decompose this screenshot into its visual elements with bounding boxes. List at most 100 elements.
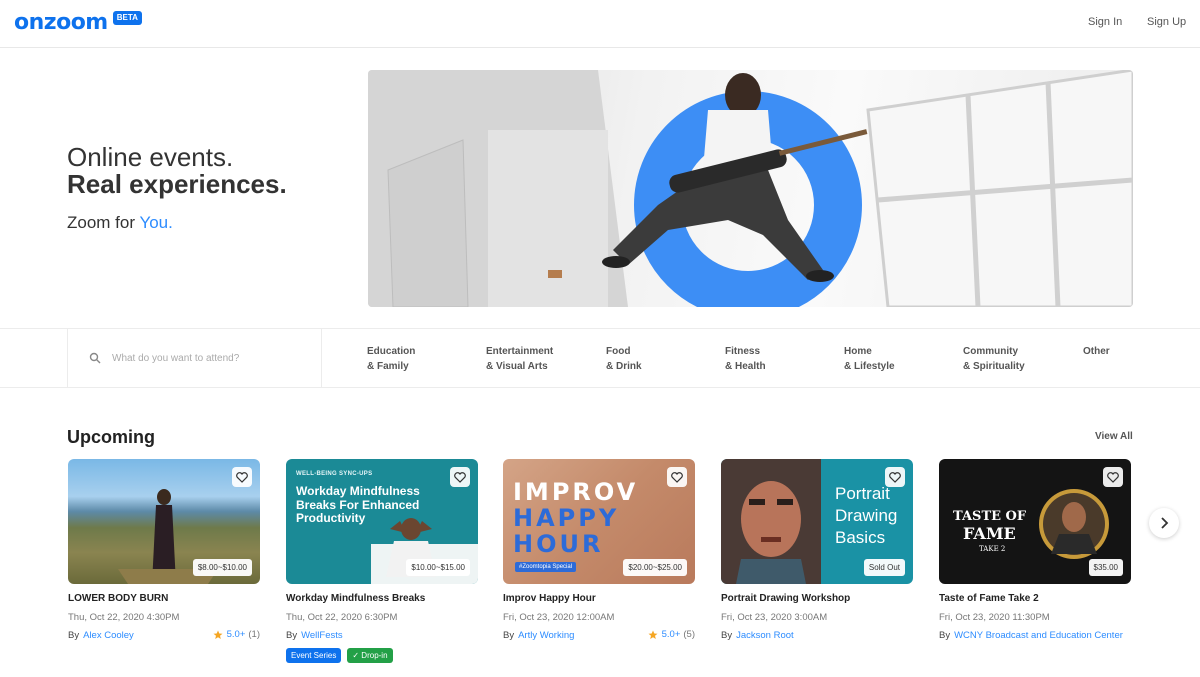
thumbnail-line1: IMPROV — [513, 478, 639, 506]
event-thumbnail[interactable]: TASTE OF FAME TAKE 2 $35.00 — [939, 459, 1131, 584]
event-title[interactable]: LOWER BODY BURN — [68, 593, 168, 604]
thumbnail-line2: HAPPY — [513, 504, 620, 532]
category-fitness-health[interactable]: Fitness & Health — [725, 344, 766, 374]
heart-icon — [1107, 471, 1119, 483]
category-label: Food — [606, 346, 631, 357]
category-label: & Health — [725, 361, 766, 372]
thumbnail-line3: HOUR — [513, 530, 604, 558]
category-label: Community — [963, 346, 1018, 357]
event-date: Fri, Oct 23, 2020 12:00AM — [503, 612, 615, 623]
thumbnail-line3: TAKE 2 — [979, 545, 1006, 553]
favorite-button[interactable] — [232, 467, 252, 487]
event-series-tag: Event Series — [286, 648, 342, 663]
event-thumbnail[interactable]: $8.00~$10.00 — [68, 459, 260, 584]
upcoming-heading: Upcoming — [67, 427, 155, 447]
sign-in-link[interactable]: Sign In — [1088, 16, 1122, 28]
category-label: & Drink — [606, 361, 642, 372]
event-rating: 5.0+ (5) — [648, 629, 695, 640]
star-icon — [648, 630, 658, 639]
category-label: Education — [367, 346, 416, 357]
category-label: & Visual Arts — [486, 361, 548, 372]
hero-image-guitarist — [368, 70, 1133, 307]
host-link[interactable]: Alex Cooley — [83, 630, 134, 641]
thumbnail-line2: FAME — [963, 524, 1016, 543]
event-date: Thu, Oct 22, 2020 4:30PM — [68, 612, 180, 623]
view-all-link[interactable]: View All — [1095, 431, 1133, 442]
heart-icon — [454, 471, 466, 483]
hero-subtitle: Zoom for You. — [67, 212, 173, 234]
hero-subtitle-accent: You. — [139, 213, 173, 232]
event-date: Thu, Oct 22, 2020 6:30PM — [286, 612, 398, 623]
host-prefix: By — [721, 630, 733, 641]
host-prefix: By — [286, 630, 298, 641]
event-card[interactable]: WELL-BEING SYNC-UPS Workday Mindfulness … — [286, 459, 478, 663]
host-link[interactable]: WellFests — [301, 630, 343, 641]
favorite-button[interactable] — [885, 467, 905, 487]
event-title[interactable]: Portrait Drawing Workshop — [721, 593, 850, 604]
hero-illustration — [368, 70, 1133, 307]
event-date: Fri, Oct 23, 2020 3:00AM — [721, 612, 828, 623]
top-header: onzoom BETA Sign In Sign Up — [0, 0, 1200, 48]
event-title[interactable]: Workday Mindfulness Breaks — [286, 593, 425, 604]
heart-icon — [889, 471, 901, 483]
event-host: By Artly Working — [503, 630, 574, 641]
host-link[interactable]: WCNY Broadcast and Education Center — [954, 630, 1123, 641]
event-title[interactable]: Improv Happy Hour — [503, 593, 596, 604]
category-food-drink[interactable]: Food & Drink — [606, 344, 642, 374]
category-home-lifestyle[interactable]: Home & Lifestyle — [844, 344, 895, 374]
search-input[interactable] — [112, 349, 312, 367]
event-date: Fri, Oct 23, 2020 11:30PM — [939, 612, 1050, 623]
search-icon — [89, 352, 101, 364]
category-bar: Education & Family Entertainment & Visua… — [0, 328, 1200, 388]
rating-value: 5.0+ — [661, 629, 681, 640]
event-card[interactable]: $8.00~$10.00 LOWER BODY BURN Thu, Oct 22… — [68, 459, 260, 641]
host-link[interactable]: Artly Working — [518, 630, 574, 641]
category-label: Other — [1083, 346, 1110, 357]
event-host: By WellFests — [286, 630, 343, 641]
event-card[interactable]: IMPROV HAPPY HOUR #Zoomtopia Special $20… — [503, 459, 695, 641]
event-card[interactable]: Portrait Drawing Basics Sold Out Portrai… — [721, 459, 913, 641]
favorite-button[interactable] — [667, 467, 687, 487]
event-card[interactable]: TASTE OF FAME TAKE 2 $35.00 Taste of Fam… — [939, 459, 1131, 641]
event-thumbnail[interactable]: Portrait Drawing Basics Sold Out — [721, 459, 913, 584]
drop-in-label: Drop-in — [361, 651, 388, 660]
host-prefix: By — [939, 630, 951, 641]
sign-up-link[interactable]: Sign Up — [1147, 16, 1186, 28]
price-badge: $8.00~$10.00 — [192, 559, 252, 576]
event-host: By Alex Cooley — [68, 630, 134, 641]
event-title[interactable]: Taste of Fame Take 2 — [939, 593, 1039, 604]
carousel-next-button[interactable] — [1149, 508, 1179, 538]
host-prefix: By — [68, 630, 80, 641]
event-thumbnail[interactable]: IMPROV HAPPY HOUR #Zoomtopia Special $20… — [503, 459, 695, 584]
star-icon — [213, 630, 223, 639]
price-badge: $10.00~$15.00 — [406, 559, 470, 576]
sold-out-badge: Sold Out — [863, 559, 905, 576]
event-thumbnail[interactable]: WELL-BEING SYNC-UPS Workday Mindfulness … — [286, 459, 478, 584]
event-host: By Jackson Root — [721, 630, 794, 641]
category-label: & Lifestyle — [844, 361, 895, 372]
favorite-button[interactable] — [450, 467, 470, 487]
category-label: & Family — [367, 361, 409, 372]
rating-count: (1) — [248, 629, 260, 640]
drop-in-tag: ✓ Drop-in — [347, 648, 393, 663]
hero-subtitle-prefix: Zoom for — [67, 213, 140, 232]
category-community-spirituality[interactable]: Community & Spirituality — [963, 344, 1025, 374]
onzoom-logo[interactable]: onzoom BETA — [14, 9, 142, 37]
hero-headline-line2: Real experiences. — [67, 169, 287, 199]
event-tags: Event Series ✓ Drop-in — [286, 648, 393, 663]
favorite-button[interactable] — [1103, 467, 1123, 487]
host-prefix: By — [503, 630, 515, 641]
thumbnail-line1: TASTE OF — [953, 509, 1027, 524]
check-icon: ✓ — [352, 651, 362, 660]
category-other[interactable]: Other — [1083, 344, 1110, 359]
category-education-family[interactable]: Education & Family — [367, 344, 415, 374]
search-box[interactable] — [67, 329, 322, 388]
category-label: Home — [844, 346, 872, 357]
thumbnail-text: Portrait Drawing Basics — [835, 484, 898, 547]
host-link[interactable]: Jackson Root — [736, 630, 794, 641]
category-entertainment-visual-arts[interactable]: Entertainment & Visual Arts — [486, 344, 553, 374]
rating-count: (5) — [683, 629, 695, 640]
heart-icon — [671, 471, 683, 483]
event-host: By WCNY Broadcast and Education Center — [939, 630, 1123, 641]
logo-text: onzoom — [14, 10, 108, 35]
